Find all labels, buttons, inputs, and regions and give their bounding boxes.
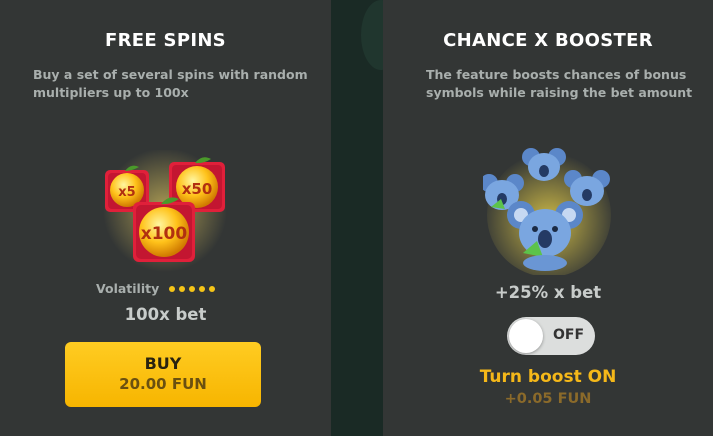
background-gap [331,0,401,436]
free-spins-bet: 100x bet [124,305,207,324]
free-spins-multiplier-art: x5 x50 x100 [103,150,227,272]
multiplier-x100-label: x100 [141,224,188,244]
volatility-dot [179,285,186,292]
free-spins-description: Buy a set of several spins with random m… [33,67,308,100]
volatility-row: Volatility [96,281,216,296]
boost-toggle[interactable]: OFF [507,317,595,355]
booster-panel: CHANCE X BOOSTER The feature boosts chan… [383,0,713,436]
boost-extra-cost: +0.05 FUN [504,391,592,407]
buy-button-label: BUY [144,354,182,373]
free-spins-title: FREE SPINS [105,30,226,51]
buy-button[interactable]: BUY 20.00 FUN [65,342,261,407]
volatility-label: Volatility [96,281,160,296]
booster-bet-increase: +25% x bet [494,283,602,302]
turn-boost-label: Turn boost ON [479,367,617,387]
koala-symbols-art [483,148,611,275]
volatility-dot [209,285,216,292]
buy-button-price: 20.00 FUN [119,375,207,393]
volatility-dots [169,285,216,292]
toggle-state-label: OFF [553,327,585,343]
volatility-dot [169,285,176,292]
volatility-dot [199,285,206,292]
booster-title: CHANCE X BOOSTER [443,30,653,51]
multiplier-x5-label: x5 [118,185,135,200]
multiplier-x50-label: x50 [182,180,213,198]
toggle-knob [509,319,543,353]
fruit-tile-x100: x100 [133,197,195,262]
booster-description: The feature boosts chances of bonus symb… [426,67,693,100]
volatility-dot [189,285,196,292]
free-spins-panel: FREE SPINS Buy a set of several spins wi… [0,0,331,436]
